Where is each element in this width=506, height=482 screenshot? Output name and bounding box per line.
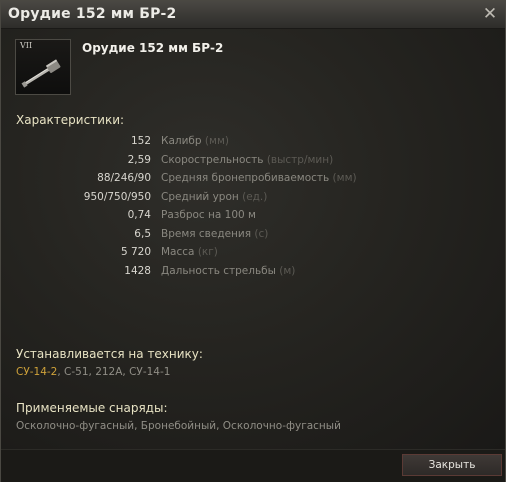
stat-unit: (кг) (197, 246, 218, 258)
stat-unit: (выстр/мин) (266, 153, 334, 166)
stat-unit: (м) (279, 264, 296, 277)
window-content: VII Орудие 152 мм БР-2 Характеристики: 1… (1, 29, 505, 449)
window-titlebar[interactable]: Орудие 152 мм БР-2 ✕ (1, 1, 505, 29)
other-vehicles: , С-51, 212А, СУ-14-1 (57, 366, 171, 378)
stat-label: Скорострельность (выстр/мин) (161, 153, 334, 166)
stat-label: Средняя бронепробиваемость (мм) (161, 172, 357, 184)
current-vehicle: СУ-14-2 (16, 366, 58, 378)
characteristics-heading: Характеристики: (16, 113, 125, 127)
window-title: Орудие 152 мм БР-2 (8, 6, 177, 22)
stat-row: 152 Калибр (мм) (1, 135, 505, 153)
stat-value: 152 (130, 135, 151, 147)
vehicles-heading: Устанавливается на технику: (16, 347, 203, 361)
stat-row: 1428 Дальность стрельбы (м) (1, 265, 505, 283)
stat-value: 6,5 (134, 227, 151, 240)
gun-icon (21, 59, 61, 88)
stat-label: Масса (кг) (161, 246, 218, 258)
stat-row: 88/246/90 Средняя бронепробиваемость (мм… (1, 172, 505, 190)
vehicles-list: СУ-14-2, С-51, 212А, СУ-14-1 (16, 366, 170, 378)
stat-row: 2,59 Скорострельность (выстр/мин) (1, 154, 505, 172)
stat-label: Дальность стрельбы (м) (161, 264, 296, 277)
stat-unit: (с) (254, 227, 269, 240)
module-name: Орудие 152 мм БР-2 (82, 41, 224, 55)
stat-value: 88/246/90 (97, 172, 151, 184)
stat-value: 2,59 (127, 153, 151, 166)
stat-unit: (мм) (332, 172, 357, 184)
stat-label: Разброс на 100 м (161, 209, 256, 221)
shells-heading: Применяемые снаряды: (16, 401, 168, 415)
close-button[interactable]: Закрыть (402, 454, 502, 476)
stat-label: Время сведения (с) (161, 227, 269, 240)
stat-value: 5 720 (120, 246, 151, 258)
stat-unit: (ед.) (242, 190, 268, 203)
stat-value: 1428 (124, 264, 151, 277)
stat-value: 950/750/950 (83, 190, 151, 203)
stat-label: Средний урон (ед.) (161, 190, 268, 203)
stat-label: Калибр (мм) (161, 135, 229, 147)
stat-unit: (мм) (204, 135, 229, 147)
stat-row: 6,5 Время сведения (с) (1, 228, 505, 246)
stat-row: 0,74 Разброс на 100 м (1, 209, 505, 227)
module-icon-frame: VII (15, 39, 71, 95)
window-footer: Закрыть (1, 449, 505, 482)
close-icon[interactable]: ✕ (481, 5, 499, 23)
module-info-window: Орудие 152 мм БР-2 ✕ VII Орудие 152 мм Б… (0, 0, 506, 482)
stat-row: 5 720 Масса (кг) (1, 246, 505, 264)
stat-value: 0,74 (127, 209, 151, 221)
shells-list: Осколочно-фугасный, Бронебойный, Осколоч… (16, 420, 341, 432)
tier-label: VII (20, 41, 33, 50)
stat-row: 950/750/950 Средний урон (ед.) (1, 191, 505, 209)
